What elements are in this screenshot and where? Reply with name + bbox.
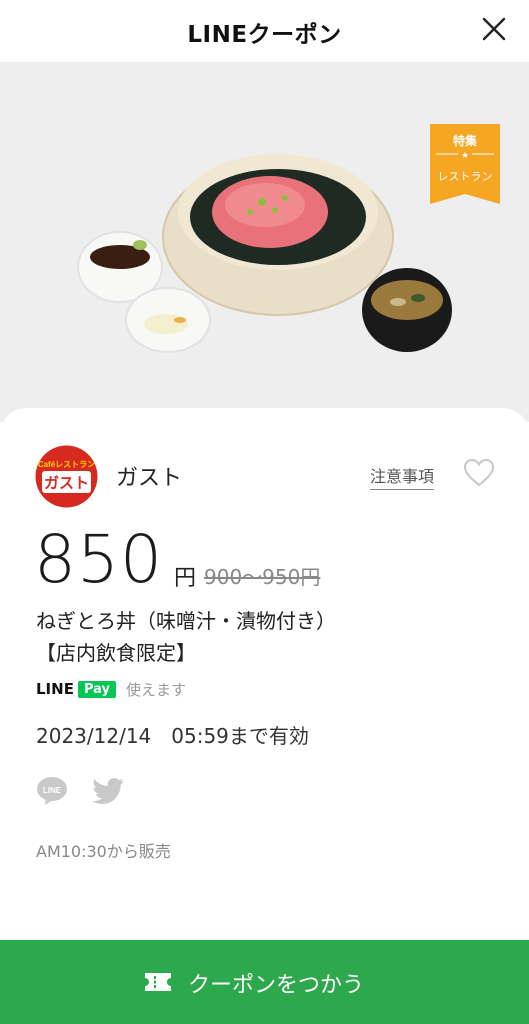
close-icon[interactable] [477, 12, 511, 46]
coupon-hero-image: ★ 特集 レストラン [0, 62, 529, 422]
svg-text:★: ★ [461, 151, 469, 161]
ticket-icon [145, 973, 171, 991]
twitter-share-icon[interactable] [92, 776, 126, 806]
notes-link[interactable]: 注意事項 [370, 463, 435, 490]
line-pay-usable-text: 使えます [125, 680, 186, 699]
item-title-line1: ねぎとろ丼（味噌汁・漬物付き） [36, 609, 336, 633]
line-pay-logo-line: LINE [36, 680, 74, 698]
svg-text:Caféレストラン: Caféレストラン [38, 460, 95, 469]
line-pay-availability: LINE Pay 使えます [36, 678, 186, 700]
badge-bottom-label: レストラン [437, 170, 493, 183]
svg-text:ガスト: ガスト [44, 474, 89, 492]
sale-start-time: AM10:30から販売 [36, 842, 171, 861]
food-photo [77, 154, 452, 353]
featured-badge: ★ 特集 レストラン [430, 124, 500, 204]
app-header: LINEクーポン [0, 0, 529, 62]
price-unit: 円 [174, 566, 197, 591]
use-coupon-label: クーポンをつかう [188, 973, 365, 998]
item-title-line2: 【店内飲食限定】 [36, 641, 196, 665]
badge-top-label: 特集 [452, 134, 477, 148]
line-share-icon[interactable]: LINE [36, 776, 68, 806]
heart-icon[interactable] [463, 458, 495, 488]
gusto-logo: Caféレストラン ガスト [35, 445, 98, 508]
valid-until: 2023/12/14 05:59まで有効 [36, 724, 309, 748]
use-coupon-button[interactable]: クーポンをつかう [0, 940, 529, 1024]
shop-name: ガスト [116, 466, 183, 491]
original-price: 900〜950円 [204, 565, 321, 589]
item-title: ねぎとろ丼（味噌汁・漬物付き） 【店内飲食限定】 [36, 605, 336, 669]
coupon-price: 850 [34, 521, 163, 598]
line-share-label: LINE [43, 786, 62, 795]
header-title: LINEクーポン [187, 22, 342, 48]
line-pay-logo-pay: Pay [77, 680, 116, 698]
